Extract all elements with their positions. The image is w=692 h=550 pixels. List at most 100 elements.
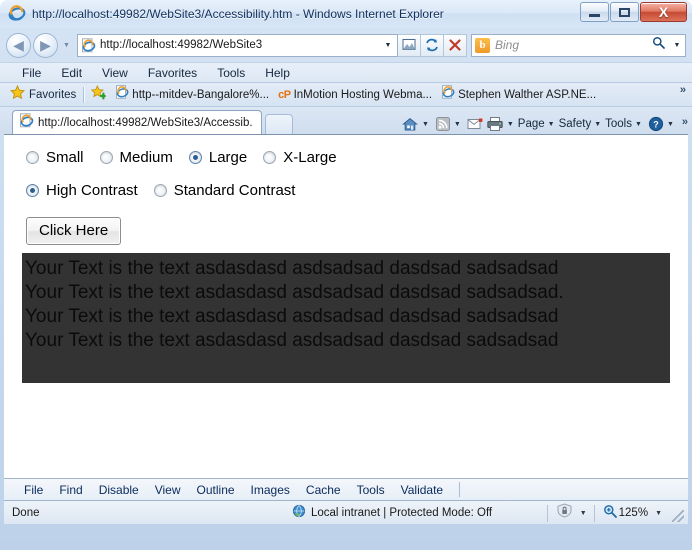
radio-medium-label: Medium [119, 149, 173, 166]
dev-menu-disable[interactable]: Disable [91, 483, 147, 497]
radio-small-icon[interactable] [26, 151, 39, 164]
recent-pages-button[interactable]: ▼ [60, 42, 73, 49]
radio-large-icon[interactable] [188, 151, 202, 164]
radio-high-contrast-label: High Contrast [46, 182, 138, 199]
star-icon [9, 84, 26, 105]
zoom-caret-icon[interactable]: ▼ [655, 510, 662, 517]
favorites-separator [83, 86, 85, 103]
command-overflow-icon[interactable]: » [682, 116, 688, 128]
refresh-button[interactable] [421, 33, 444, 57]
dev-menu-find[interactable]: Find [51, 483, 90, 497]
title-bar: http://localhost:49982/WebSite3/Accessib… [0, 0, 692, 28]
home-button[interactable] [401, 116, 419, 132]
radio-option-high-contrast[interactable]: High Contrast [26, 182, 138, 199]
dev-menu-validate[interactable]: Validate [393, 483, 451, 497]
search-bar[interactable]: b Bing ▼ [471, 33, 686, 57]
tools-caret-icon[interactable]: ▼ [635, 121, 642, 128]
output-panel: Your Text is the text asdasdasd asdsadsa… [22, 253, 670, 383]
menu-item-favorites[interactable]: Favorites [138, 66, 207, 80]
cpanel-icon: cP [278, 88, 291, 101]
menu-item-tools[interactable]: Tools [207, 66, 255, 80]
submit-button-wrapper: Click Here [4, 199, 688, 245]
safety-caret-icon[interactable]: ▼ [594, 121, 601, 128]
print-caret-icon[interactable]: ▼ [507, 121, 514, 128]
security-zone[interactable]: Local intranet | Protected Mode: Off [284, 501, 492, 525]
forward-button[interactable]: ▶ [33, 32, 58, 58]
radio-option-standard-contrast[interactable]: Standard Contrast [153, 182, 296, 199]
add-to-favorites-bar-button[interactable] [91, 84, 107, 105]
address-input[interactable]: http://localhost:49982/WebSite3 [100, 39, 379, 51]
home-caret-icon[interactable]: ▼ [422, 121, 429, 128]
tab-active[interactable]: http://localhost:49982/WebSite3/Accessib… [12, 110, 262, 134]
radio-small-label: Small [46, 149, 84, 166]
navigation-bar: ◀ ▶ ▼ http://localhost:49982/WebSite3 ▼ [0, 28, 692, 62]
dev-menu-outline[interactable]: Outline [189, 483, 243, 497]
minimize-icon [589, 13, 600, 17]
radio-high-contrast-icon[interactable] [26, 184, 39, 197]
address-dropdown-icon[interactable]: ▼ [379, 35, 397, 56]
command-tools-button[interactable]: Tools [605, 118, 632, 130]
dev-toolbar-separator [459, 482, 461, 497]
resize-grip[interactable] [672, 510, 684, 522]
print-icon [487, 117, 503, 131]
search-input[interactable]: Bing [495, 38, 647, 52]
window-title: http://localhost:49982/WebSite3/Accessib… [32, 7, 444, 21]
page-caret-icon[interactable]: ▼ [548, 121, 555, 128]
home-icon [402, 117, 418, 131]
dev-menu-images[interactable]: Images [243, 483, 298, 497]
menu-item-view[interactable]: View [92, 66, 138, 80]
search-icon[interactable] [647, 36, 669, 54]
favorite-link-1[interactable]: http--mitdev-Bangalore%... [115, 85, 269, 104]
radio-standard-contrast-label: Standard Contrast [173, 182, 296, 199]
radio-medium-icon[interactable] [99, 151, 113, 164]
command-safety-button[interactable]: Safety [559, 118, 592, 130]
page-content: Small Medium Large X-Large High Contrast [4, 134, 688, 478]
protected-mode-caret-icon[interactable]: ▼ [580, 510, 587, 517]
minimize-button[interactable] [580, 2, 609, 22]
address-bar[interactable]: http://localhost:49982/WebSite3 ▼ [77, 33, 398, 57]
internet-zone-icon [292, 504, 306, 523]
help-button[interactable]: ? [648, 116, 664, 132]
new-tab-button[interactable] [265, 114, 293, 134]
radio-standard-contrast-icon[interactable] [153, 184, 167, 197]
feeds-button[interactable] [435, 116, 451, 132]
output-line-3: Your Text is the text asdasdasd asdsadsa… [25, 306, 559, 327]
favorites-overflow-icon[interactable]: » [680, 84, 686, 96]
command-page-button[interactable]: Page [518, 118, 545, 130]
favorites-button[interactable]: Favorites [9, 84, 76, 105]
radio-xlarge-icon[interactable] [263, 151, 277, 164]
radio-xlarge-label: X-Large [283, 149, 337, 166]
ie-page-icon [441, 85, 455, 104]
radio-option-small[interactable]: Small [26, 149, 84, 166]
zoom-icon[interactable] [603, 504, 617, 523]
feeds-caret-icon[interactable]: ▼ [454, 121, 461, 128]
browser-window: http://localhost:49982/WebSite3/Accessib… [0, 0, 692, 550]
print-button[interactable] [486, 116, 504, 132]
menu-item-file[interactable]: File [12, 66, 51, 80]
read-mail-button[interactable] [467, 117, 484, 131]
click-here-button[interactable]: Click Here [26, 217, 122, 245]
ie-page-icon [19, 112, 34, 133]
search-dropdown-icon[interactable]: ▼ [669, 42, 685, 49]
radio-option-large[interactable]: Large [188, 149, 247, 166]
radio-option-xlarge[interactable]: X-Large [263, 149, 337, 166]
stop-button[interactable] [444, 33, 467, 57]
back-button[interactable]: ◀ [6, 32, 31, 58]
dev-menu-tools[interactable]: Tools [349, 483, 393, 497]
favorite-link-3[interactable]: Stephen Walther ASP.NE... [441, 85, 596, 104]
compatibility-view-button[interactable] [398, 33, 421, 57]
help-caret-icon[interactable]: ▼ [667, 121, 674, 128]
read-mail-icon [467, 118, 483, 129]
dev-menu-file[interactable]: File [16, 483, 51, 497]
menu-item-edit[interactable]: Edit [51, 66, 92, 80]
favorite-link-2[interactable]: cP InMotion Hosting Webma... [278, 89, 432, 101]
favorite-link-1-label: http--mitdev-Bangalore%... [132, 88, 270, 101]
menu-item-help[interactable]: Help [255, 66, 300, 80]
radio-option-medium[interactable]: Medium [99, 149, 173, 166]
dev-menu-view[interactable]: View [147, 483, 189, 497]
protected-mode-icon[interactable] [556, 503, 573, 523]
maximize-button[interactable] [610, 2, 639, 22]
status-message: Done [12, 506, 40, 519]
close-button[interactable]: X [640, 2, 687, 22]
dev-menu-cache[interactable]: Cache [298, 483, 349, 497]
